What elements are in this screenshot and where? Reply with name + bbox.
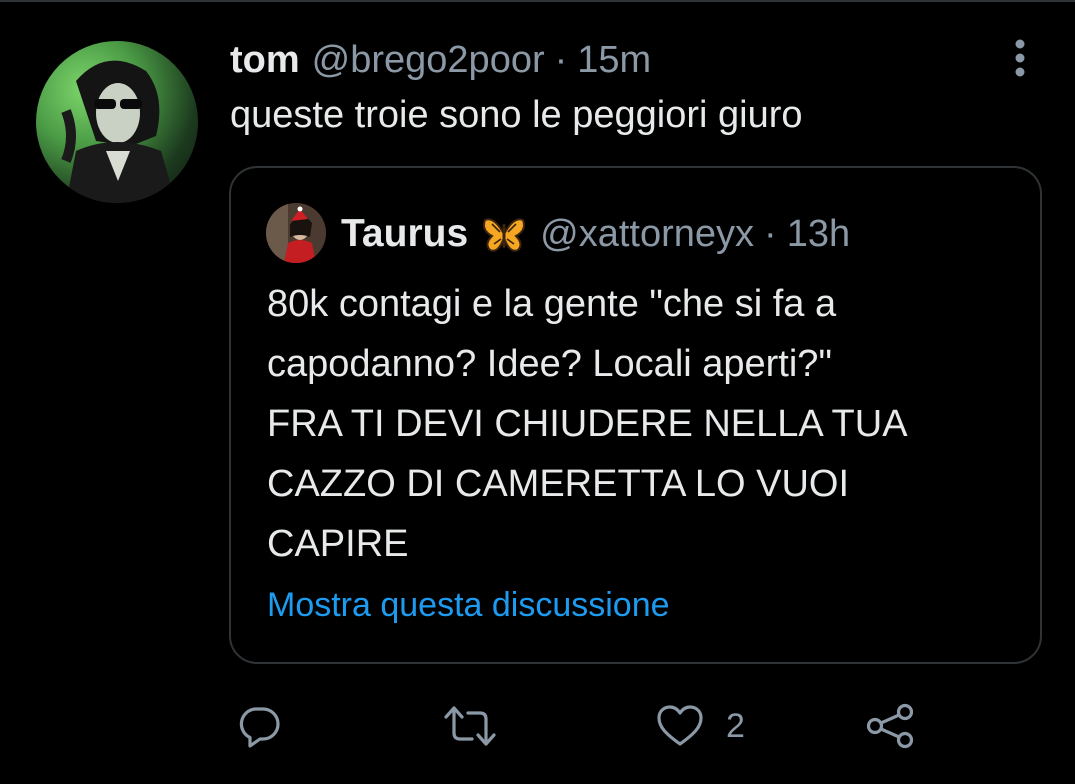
separator: · (554, 38, 568, 81)
tweet-header: tom @brego2poor · 15m (230, 36, 651, 84)
quoted-author-handle[interactable]: @xattorneyx (540, 213, 754, 256)
reply-button[interactable] (236, 696, 282, 756)
quoted-text-line: CAPIRE (267, 523, 409, 565)
quoted-text-line: capodanno? Idee? Locali aperti?" (267, 343, 832, 385)
quoted-text: 80k contagi e la gente "che si fa a capo… (267, 274, 1027, 574)
retweet-button[interactable] (444, 696, 496, 756)
quoted-text-line: 80k contagi e la gente "che si fa a (267, 283, 837, 325)
vertical-dots-icon (1015, 39, 1025, 77)
separator: · (764, 212, 777, 255)
quoted-avatar[interactable] (266, 203, 326, 263)
share-icon (866, 703, 914, 749)
like-button[interactable]: 2 (656, 696, 745, 756)
quoted-text-line: FRA TI DEVI CHIUDERE NELLA TUA (267, 403, 908, 445)
author-name[interactable]: tom (230, 39, 300, 82)
share-button[interactable] (866, 696, 914, 756)
quoted-time[interactable]: 13h (787, 213, 850, 256)
quoted-text-line: CAZZO DI CAMERETTA LO VUOI (267, 463, 850, 505)
quoted-header: Taurus @xattorneyx · 13h (341, 206, 850, 262)
avatar[interactable] (36, 41, 198, 203)
show-thread-link[interactable]: Mostra questa discussione (267, 586, 670, 625)
reply-icon (239, 707, 280, 748)
author-handle[interactable]: @brego2poor (312, 39, 545, 82)
quoted-tweet[interactable]: Taurus @xattorneyx · 13h 80k contagi e l… (229, 166, 1042, 664)
tweet-time[interactable]: 15m (577, 39, 651, 82)
like-count: 2 (726, 706, 745, 745)
retweet-icon (444, 706, 496, 746)
quoted-author-name[interactable]: Taurus (341, 212, 468, 256)
top-divider (0, 0, 1075, 2)
tweet-text: queste troie sono le peggiori giuro (230, 94, 803, 136)
butterfly-icon (482, 214, 526, 254)
heart-icon (657, 705, 703, 746)
action-bar: 2 (0, 696, 1075, 760)
more-options-button[interactable] (1002, 36, 1038, 80)
